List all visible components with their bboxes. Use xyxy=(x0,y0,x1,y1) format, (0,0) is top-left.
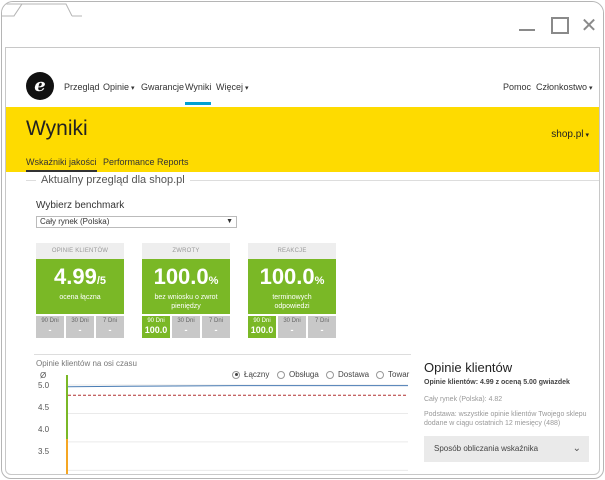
minimize-icon[interactable] xyxy=(516,14,538,36)
kpi-card-zwroty[interactable]: ZWROTY 100.0% bez wniosku o zwrot pienię… xyxy=(142,243,230,338)
chart-title: Opinie klientów na osi czasu xyxy=(36,359,137,368)
title-bar: ✕ xyxy=(2,2,603,47)
series-line-laczny xyxy=(67,385,408,388)
kpi-card-body: 4.99/5 ocena łączna xyxy=(36,259,124,314)
kpi-periods: 90 Dni 100.0 30 Dni - 7 Dni - xyxy=(142,316,230,338)
trusted-shops-logo[interactable]: e xyxy=(26,72,54,100)
kpi-card-head: OPINIE KLIENTÓW xyxy=(36,243,124,259)
browser-window: ✕ e Przegląd Opinie Gwarancje Wyniki Wię… xyxy=(0,0,605,480)
kpi-card-opinie[interactable]: OPINIE KLIENTÓW 4.99/5 ocena łączna 90 D… xyxy=(36,243,124,338)
page-viewport: e Przegląd Opinie Gwarancje Wyniki Więce… xyxy=(5,47,600,475)
nav-item-wyniki[interactable]: Wyniki xyxy=(185,82,212,105)
kpi-value: 100.0% xyxy=(153,264,219,289)
benchmark-label: Wybierz benchmark xyxy=(36,200,125,211)
kpi-card-body: 100.0% terminowych odpowiedzi xyxy=(248,259,336,314)
nav-item-opinie[interactable]: Opinie xyxy=(103,82,134,92)
overview-title: Aktualny przegląd dla shop.pl xyxy=(36,174,190,186)
panel-note: Podstawa: wszystkie opinie klientów Twoj… xyxy=(424,411,587,427)
maximize-icon[interactable] xyxy=(549,14,571,36)
kpi-value: 100.0% xyxy=(259,264,325,289)
calculation-method-accordion[interactable]: Sposób obliczania wskaźnika ⌄ xyxy=(424,436,589,462)
period-90-days[interactable]: 90 Dni 100.0 xyxy=(248,316,276,338)
nav-item-gwarancje[interactable]: Gwarancje xyxy=(141,82,184,92)
panel-market: Cały rynek (Polska): 4.82 xyxy=(424,396,503,403)
nav-item-przeglad[interactable]: Przegląd xyxy=(64,82,100,92)
period-7-days[interactable]: 7 Dni - xyxy=(96,316,124,338)
tab-performance-reports[interactable]: Performance Reports xyxy=(103,157,189,167)
benchmark-select-value: Cały rynek (Polska) xyxy=(40,217,110,226)
period-90-days[interactable]: 90 Dni 100.0 xyxy=(142,316,170,338)
kpi-periods: 90 Dni 100.0 30 Dni - 7 Dni - xyxy=(248,316,336,338)
browser-tab-icon[interactable] xyxy=(2,2,82,47)
chevron-down-icon: ▼ xyxy=(226,218,233,225)
page-title: Wyniki xyxy=(26,117,88,140)
kpi-periods: 90 Dni - 30 Dni - 7 Dni - xyxy=(36,316,124,338)
period-7-days[interactable]: 7 Dni - xyxy=(308,316,336,338)
period-30-days[interactable]: 30 Dni - xyxy=(66,316,94,338)
close-icon[interactable]: ✕ xyxy=(578,14,600,36)
timeline-chart xyxy=(66,375,408,474)
top-navigation: e Przegląd Opinie Gwarancje Wyniki Więce… xyxy=(6,48,599,106)
axis-warning-band xyxy=(66,439,68,474)
chevron-down-icon: ⌄ xyxy=(572,443,581,454)
nav-item-pomoc[interactable]: Pomoc xyxy=(503,82,531,92)
period-30-days[interactable]: 30 Dni - xyxy=(172,316,200,338)
kpi-subtitle: bez wniosku o zwrot pieniędzy xyxy=(154,294,218,310)
kpi-card-body: 100.0% bez wniosku o zwrot pieniędzy xyxy=(142,259,230,314)
benchmark-select[interactable]: Cały rynek (Polska) ▼ xyxy=(36,216,237,228)
kpi-subtitle: ocena łączna xyxy=(59,294,101,301)
tab-wskazniki-jakosci[interactable]: Wskaźniki jakości xyxy=(26,157,97,172)
kpi-card-head: REAKCJE xyxy=(248,243,336,259)
nav-item-czlonkostwo[interactable]: Członkostwo xyxy=(536,82,593,92)
shop-selector[interactable]: shop.pl xyxy=(551,129,589,140)
kpi-card-head: ZWROTY xyxy=(142,243,230,259)
kpi-subtitle: terminowych odpowiedzi xyxy=(272,294,312,310)
panel-summary: Opinie klientów: 4.99 z oceną 5.00 gwiaz… xyxy=(424,379,570,386)
nav-item-wiecej[interactable]: Więcej xyxy=(216,82,248,92)
period-7-days[interactable]: 7 Dni - xyxy=(202,316,230,338)
accordion-label: Sposób obliczania wskaźnika xyxy=(434,444,539,453)
axis-good-band xyxy=(66,375,68,440)
page-header: Wyniki shop.pl Wskaźniki jakości Perform… xyxy=(6,107,599,172)
period-90-days[interactable]: 90 Dni - xyxy=(36,316,64,338)
kpi-value: 4.99/5 xyxy=(53,264,106,289)
period-30-days[interactable]: 30 Dni - xyxy=(278,316,306,338)
panel-title: Opinie klientów xyxy=(424,360,513,375)
kpi-card-reakcje[interactable]: REAKCJE 100.0% terminowych odpowiedzi 90… xyxy=(248,243,336,338)
